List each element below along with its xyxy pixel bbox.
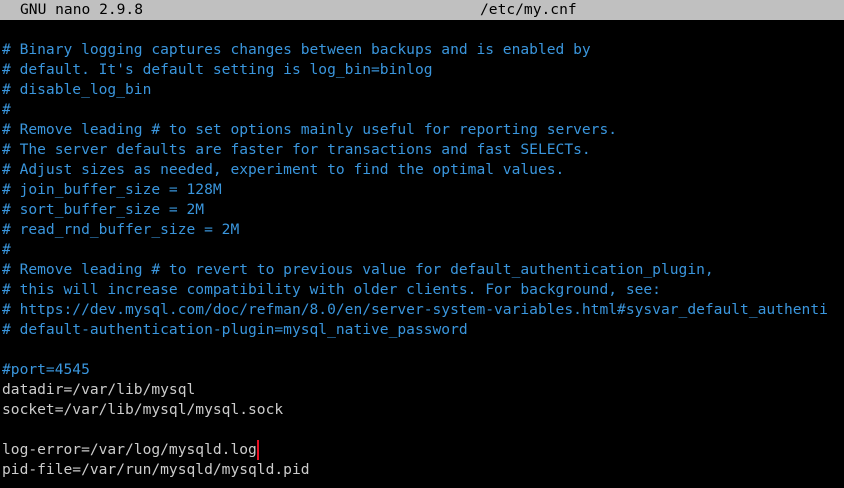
config-line-port[interactable]: #port=4545 [2,360,844,380]
config-line[interactable]: # this will increase compatibility with … [2,280,844,300]
config-line[interactable]: # https://dev.mysql.com/doc/refman/8.0/e… [2,300,844,320]
config-line-socket[interactable]: socket=/var/lib/mysql/mysql.sock [2,400,844,420]
config-line[interactable]: # The server defaults are faster for tra… [2,140,844,160]
config-line[interactable]: # default-authentication-plugin=mysql_na… [2,320,844,340]
log-error-highlight: log-error=/var/log/mysqld.log [2,440,259,460]
blank-line[interactable] [2,420,844,440]
config-line-datadir[interactable]: datadir=/var/lib/mysql [2,380,844,400]
config-line-pid-file[interactable]: pid-file=/var/run/mysqld/mysqld.pid [2,460,844,480]
config-line[interactable]: # [2,240,844,260]
config-line[interactable]: # read_rnd_buffer_size = 2M [2,220,844,240]
config-line[interactable]: # sort_buffer_size = 2M [2,200,844,220]
blank-line[interactable] [2,340,844,360]
config-line[interactable]: # Adjust sizes as needed, experiment to … [2,160,844,180]
editor-text-area[interactable]: # Binary logging captures changes betwee… [2,40,844,480]
nano-title-bar: GNU nano 2.9.8 /etc/my.cnf [0,0,844,20]
config-line[interactable]: # Binary logging captures changes betwee… [2,40,844,60]
config-line-log-error[interactable]: log-error=/var/log/mysqld.log [2,440,844,460]
file-path: /etc/my.cnf [480,1,577,18]
config-line[interactable]: # [2,100,844,120]
config-line[interactable]: # Remove leading # to set options mainly… [2,120,844,140]
config-line[interactable]: # Remove leading # to revert to previous… [2,260,844,280]
editor-version: GNU nano 2.9.8 [20,1,144,18]
config-line[interactable]: # default. It's default setting is log_b… [2,60,844,80]
terminal-window: GNU nano 2.9.8 /etc/my.cnf # Binary logg… [0,0,844,488]
config-line[interactable]: # join_buffer_size = 128M [2,180,844,200]
config-line[interactable]: # disable_log_bin [2,80,844,100]
